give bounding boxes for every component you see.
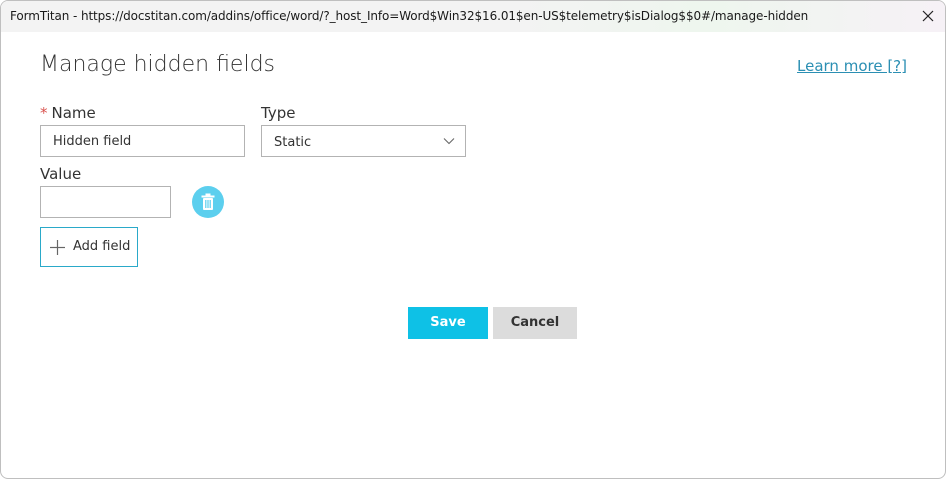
name-label: * Name xyxy=(40,104,96,122)
add-field-label: Add field xyxy=(73,239,131,254)
cancel-button[interactable]: Cancel xyxy=(493,307,577,339)
trash-icon xyxy=(201,193,215,210)
window-title: FormTitan - https://docstitan.com/addins… xyxy=(10,9,809,23)
plus-icon xyxy=(50,240,65,255)
learn-more-link[interactable]: Learn more [?] xyxy=(797,57,907,75)
dialog-window: FormTitan - https://docstitan.com/addins… xyxy=(0,0,946,479)
value-label: Value xyxy=(40,165,82,183)
name-label-text: Name xyxy=(51,104,96,122)
title-bar: FormTitan - https://docstitan.com/addins… xyxy=(1,1,945,32)
delete-field-button[interactable] xyxy=(192,186,224,218)
value-input[interactable] xyxy=(40,186,171,218)
add-field-button[interactable]: Add field xyxy=(40,227,138,267)
save-button[interactable]: Save xyxy=(408,307,488,339)
chevron-down-icon xyxy=(443,138,455,145)
close-icon[interactable] xyxy=(919,7,937,25)
required-marker: * xyxy=(40,104,48,122)
name-input[interactable] xyxy=(40,125,245,157)
type-label: Type xyxy=(261,104,296,122)
page-title: Manage hidden fields xyxy=(40,52,276,77)
type-selected-value: Static xyxy=(274,135,312,150)
type-select[interactable]: Static xyxy=(261,125,466,157)
